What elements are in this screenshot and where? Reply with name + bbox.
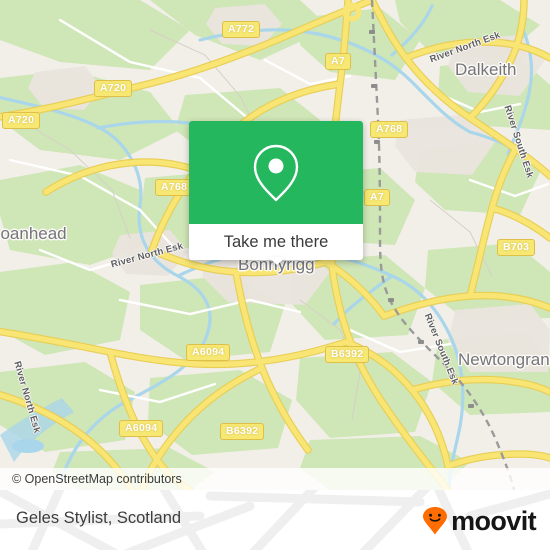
road-shield-a772[interactable]: A772 [222, 21, 261, 38]
map-attribution[interactable]: © OpenStreetMap contributors [0, 468, 550, 490]
road-shield-b6392-2[interactable]: B6392 [220, 423, 265, 440]
moovit-pin-smiley-icon [423, 507, 448, 535]
road-shield-a768-1[interactable]: A768 [370, 121, 409, 138]
place-card-image [189, 121, 363, 224]
road-shield-a7-2[interactable]: A7 [364, 189, 391, 206]
map-pin-icon [253, 144, 299, 201]
road-shield-b703[interactable]: B703 [497, 239, 536, 256]
road-shield-a768-2[interactable]: A768 [155, 179, 194, 196]
road-shield-a7-1[interactable]: A7 [325, 53, 352, 70]
place-preview-card[interactable]: Take me there [189, 121, 363, 260]
page-title: Geles Stylist, Scotland [16, 509, 182, 527]
place-card-pointer [268, 257, 286, 265]
road-shield-a720-1[interactable]: A720 [94, 80, 133, 97]
moovit-wordmark: moovit [451, 505, 537, 536]
moovit-map-screen: Dalkeith Bonnyrigg Newtongrange Loanhead… [0, 0, 550, 550]
road-shield-a6094-2[interactable]: A6094 [119, 420, 164, 437]
road-shield-a720-2[interactable]: A720 [2, 112, 41, 129]
moovit-brand-logo[interactable]: moovit [420, 505, 537, 536]
road-shield-b6392-1[interactable]: B6392 [325, 346, 370, 363]
road-shield-a6094-1[interactable]: A6094 [186, 344, 231, 361]
take-me-there-button[interactable]: Take me there [189, 224, 363, 260]
take-me-there-label: Take me there [223, 232, 329, 251]
footer-bar: Geles Stylist, Scotland moovit [0, 490, 550, 550]
